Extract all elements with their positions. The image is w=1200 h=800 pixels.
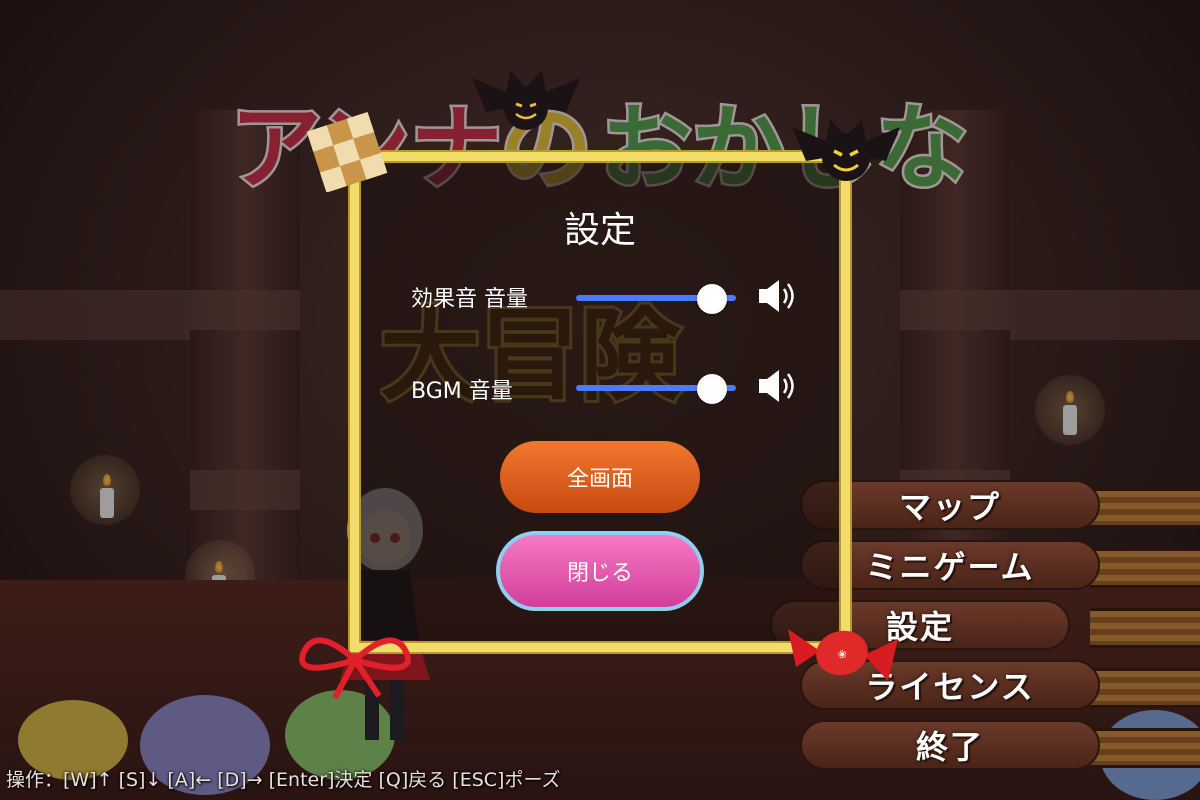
speaker-icon[interactable] [757, 366, 801, 406]
candy-icon: ❀ [788, 629, 898, 681]
menu-item-quit[interactable]: 終了 [800, 720, 1100, 770]
controls-hint: 操作：[W]↑ [S]↓ [A]← [D]→ [Enter]決定 [Q]戻る [… [6, 769, 561, 791]
bgm-volume-label: BGM 音量 [411, 379, 513, 404]
close-button[interactable]: 閉じる [496, 531, 704, 611]
speaker-icon[interactable] [757, 276, 801, 316]
sfx-volume-slider[interactable] [576, 284, 736, 314]
cookie-icon [306, 112, 388, 192]
sfx-volume-label: 効果音 音量 [411, 287, 528, 312]
slider-thumb[interactable] [696, 284, 727, 314]
ribbon-icon [299, 637, 411, 700]
dialog-title: 設定 [563, 210, 636, 251]
slider-thumb[interactable] [696, 374, 727, 404]
fullscreen-button[interactable]: 全画面 [500, 441, 700, 513]
bat-icon [792, 119, 900, 181]
bat-icon [472, 70, 580, 130]
settings-dialog: 設定 効果音 音量 BGM 音量 全画面 閉じる [350, 152, 850, 652]
bgm-volume-slider[interactable] [576, 374, 736, 404]
